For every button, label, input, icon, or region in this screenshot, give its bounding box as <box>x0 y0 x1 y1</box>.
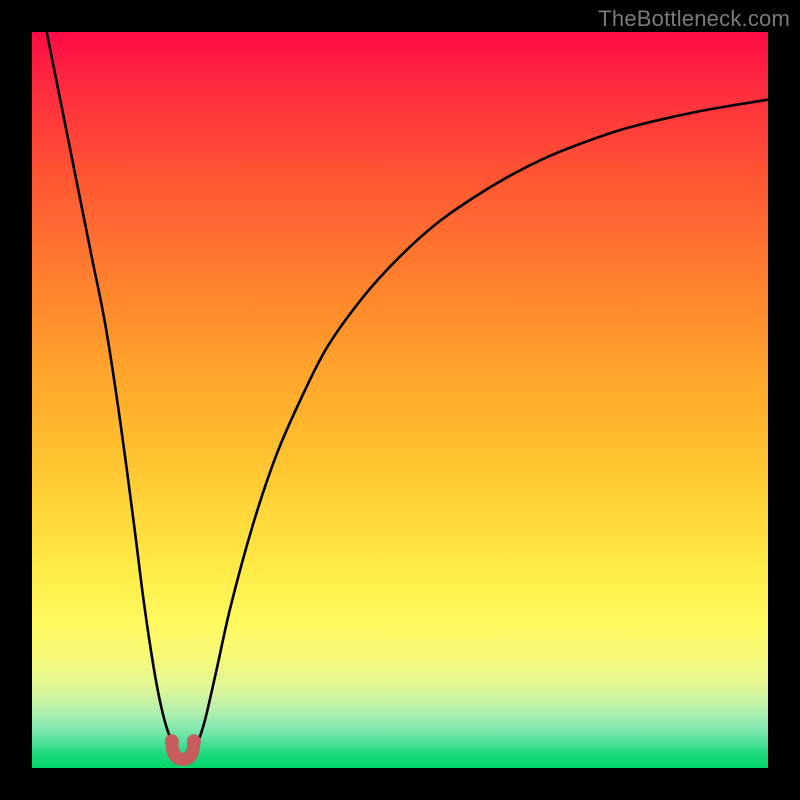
watermark-text: TheBottleneck.com <box>598 6 790 32</box>
plot-area <box>32 32 768 768</box>
chart-frame: TheBottleneck.com <box>0 0 800 800</box>
bottleneck-curve <box>32 32 768 768</box>
